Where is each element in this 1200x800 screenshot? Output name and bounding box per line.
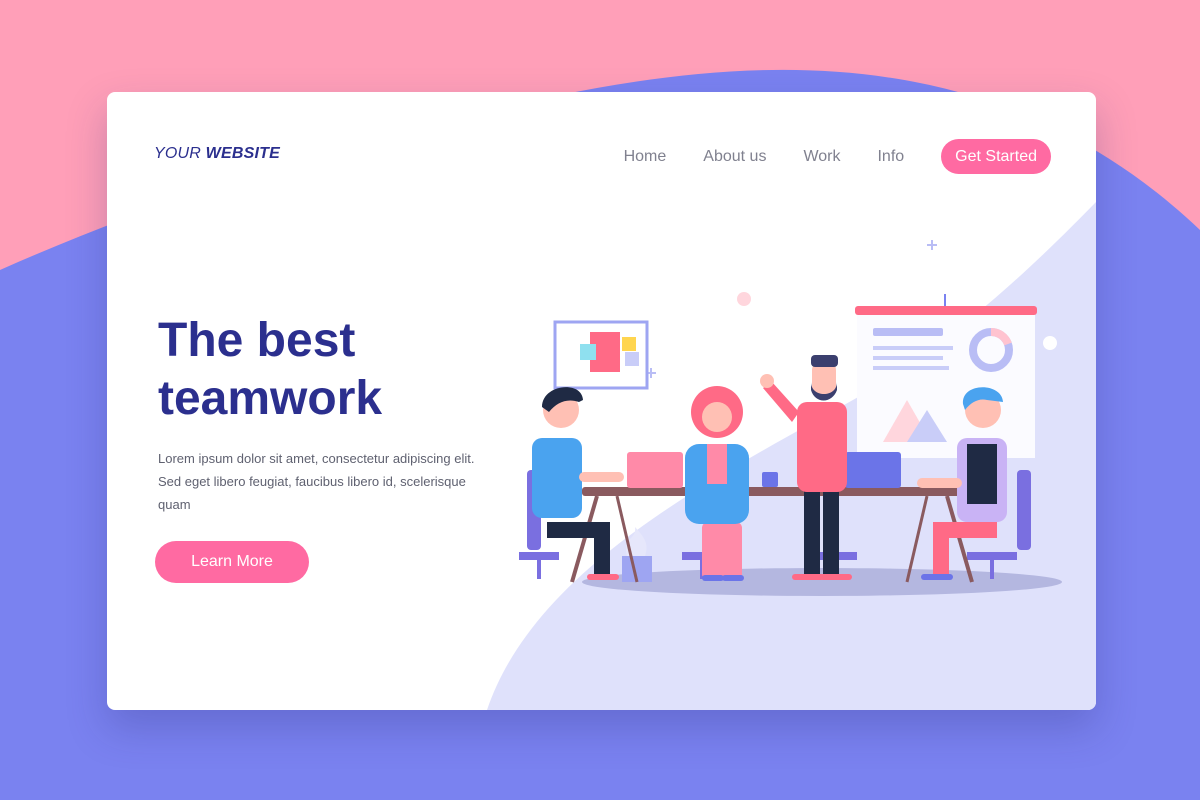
sticky-note-board xyxy=(553,320,649,390)
presentation-board xyxy=(855,294,1037,458)
logo-text-light: YOUR xyxy=(154,145,206,162)
nav-info[interactable]: Info xyxy=(877,148,904,166)
main-nav: Home About us Work Info Get Started xyxy=(624,139,1051,174)
logo-text-bold: WEBSITE xyxy=(205,145,280,162)
nav-about-us[interactable]: About us xyxy=(703,148,766,166)
nav-home[interactable]: Home xyxy=(624,148,667,166)
landing-card: YOUR WEBSITE Home About us Work Info Get… xyxy=(107,92,1096,710)
hero-title: The best teamwork xyxy=(158,314,383,425)
laptops xyxy=(627,452,901,488)
team-meeting-illustration xyxy=(519,240,1062,596)
learn-more-button[interactable]: Learn More xyxy=(155,541,309,583)
person-standing xyxy=(760,355,852,580)
person-left xyxy=(532,387,624,580)
get-started-button[interactable]: Get Started xyxy=(941,139,1051,174)
person-woman xyxy=(685,386,749,581)
site-logo[interactable]: YOUR WEBSITE xyxy=(154,145,280,163)
hero-description: Lorem ipsum dolor sit amet, consectetur … xyxy=(158,451,475,512)
nav-work[interactable]: Work xyxy=(803,148,840,166)
